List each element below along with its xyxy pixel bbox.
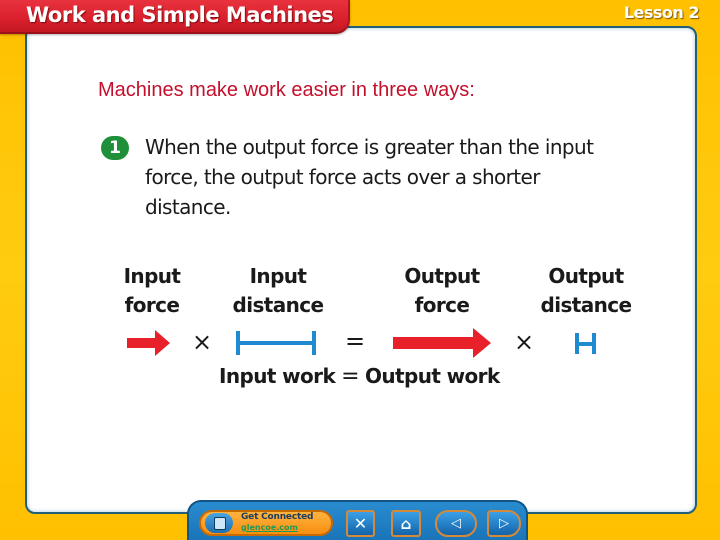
- work-equation: Input work = Output work: [219, 364, 500, 389]
- equals-operator: =: [345, 327, 366, 355]
- get-connected-label: Get Connected: [241, 512, 314, 522]
- arrow-right-icon: ▷: [499, 516, 509, 531]
- close-icon: ✕: [353, 514, 368, 533]
- close-button[interactable]: ✕: [346, 510, 375, 537]
- output-work-label: Output work: [364, 364, 500, 388]
- output-distance-bar: [575, 333, 596, 354]
- arrow-left-icon: ◁: [451, 516, 461, 531]
- output-force-arrow: [393, 328, 491, 358]
- work-diagram: Input force Input distance Output force …: [0, 0, 720, 540]
- times-operator: ×: [514, 328, 535, 356]
- next-button[interactable]: ▷: [487, 510, 521, 537]
- home-button[interactable]: ⌂: [391, 510, 421, 537]
- computer-icon: [205, 513, 233, 533]
- times-operator: ×: [192, 328, 213, 356]
- diagram-graphics: [127, 328, 596, 358]
- get-connected-button[interactable]: Get Connected glencoe.com: [199, 510, 333, 536]
- glencoe-link[interactable]: glencoe.com: [241, 523, 298, 532]
- equation-equals: =: [341, 364, 359, 389]
- input-force-arrow: [127, 330, 170, 356]
- input-work-label: Input work: [219, 364, 336, 388]
- previous-button[interactable]: ◁: [435, 510, 477, 537]
- home-icon: ⌂: [400, 514, 412, 533]
- navigation-bar: Get Connected glencoe.com ✕ ⌂ ◁ ▷: [187, 500, 528, 540]
- input-distance-bar: [236, 331, 316, 355]
